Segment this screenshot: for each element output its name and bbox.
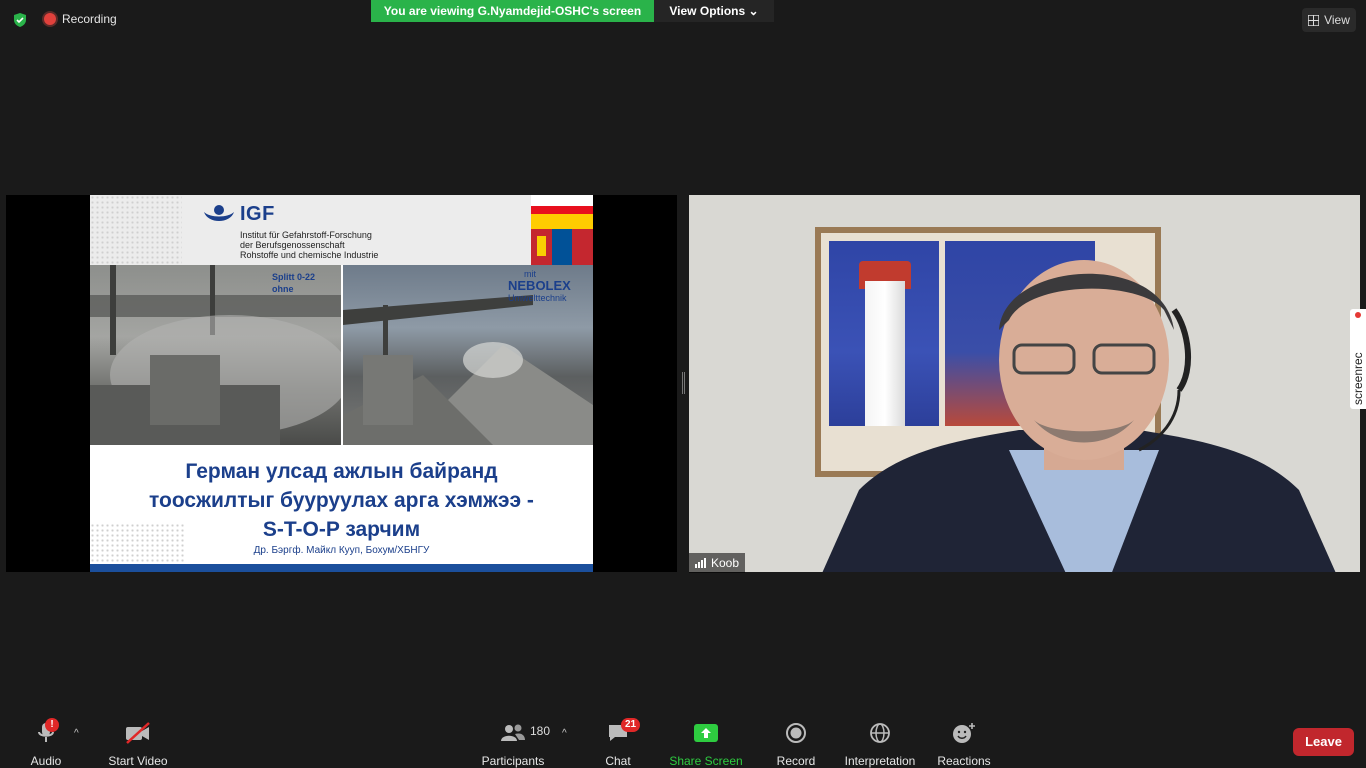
igf-logo-text: IGF: [240, 203, 275, 225]
share-screen-label: Share Screen: [669, 754, 743, 768]
recording-dot-icon: [44, 13, 56, 25]
nebolex-logo: mit NEBOLEX Umwelttechnik: [508, 269, 571, 304]
presentation-slide: IGF Institut für Gefahrstoff-Forschung d…: [90, 195, 593, 572]
emoji-icon: [953, 723, 975, 743]
dot-pattern: [90, 523, 186, 563]
meeting-toolbar: ! Audio ^ Start Video 180 Participants ^…: [0, 712, 1366, 768]
igf-logo: IGF: [202, 203, 275, 226]
view-options-label: View Options: [669, 4, 746, 18]
dot-pattern: [90, 195, 182, 265]
reactions-button[interactable]: Reactions: [936, 712, 992, 768]
recording-label: Recording: [62, 12, 117, 26]
participant-name-tag: Koob: [689, 553, 746, 573]
nebolex-sub: Umwelttechnik: [508, 293, 567, 303]
screenrec-dot-icon: [1355, 312, 1361, 318]
shared-screen-panel[interactable]: IGF Institut für Gefahrstoff-Forschung d…: [6, 195, 677, 572]
view-button[interactable]: View: [1302, 8, 1356, 32]
participants-icon: [501, 724, 525, 741]
reactions-label: Reactions: [937, 754, 991, 768]
chevron-down-icon: ⌄: [748, 4, 759, 18]
chat-label: Chat: [605, 754, 631, 768]
audio-label: Audio: [30, 754, 62, 768]
participant-person: [822, 260, 1336, 572]
chat-button[interactable]: 21 Chat: [604, 712, 641, 768]
signal-strength-icon: [695, 558, 706, 568]
splitt-line: Splitt 0-22: [272, 272, 316, 282]
viewing-banner: You are viewing G.Nyamdejid-OSHC's scree…: [371, 0, 654, 22]
slide-title-line: тоосжилтыг бууруулах арга хэмжээ -: [149, 489, 534, 512]
participants-count: 180: [530, 724, 551, 738]
participant-name: Koob: [711, 556, 740, 570]
share-screen-icon: [694, 724, 718, 742]
quarry-photos: Splitt 0-22 ohne mit NEBOLEX Umwelttechn…: [90, 265, 593, 445]
participants-button[interactable]: 180 Participants: [480, 712, 550, 768]
screenrec-label: screenrec: [1351, 352, 1365, 405]
panel-splitter-handle[interactable]: [682, 372, 685, 394]
grid-icon: [1308, 14, 1320, 26]
splitt-label: Splitt 0-22 ohne: [272, 271, 315, 295]
start-video-button[interactable]: Start Video: [106, 712, 170, 768]
slide-header: IGF Institut für Gefahrstoff-Forschung d…: [90, 195, 531, 265]
start-video-label: Start Video: [108, 754, 168, 768]
slide-title-line: Герман улсад ажлын байранд: [185, 460, 498, 483]
slide-author: Др. Бэргф. Майкл Кууп, Бохум/ХБНГУ: [253, 545, 430, 556]
security-shield-icon[interactable]: [12, 12, 28, 28]
record-label: Record: [776, 754, 816, 768]
view-options-button[interactable]: View Options ⌄: [654, 0, 774, 22]
globe-icon: [870, 723, 890, 743]
record-icon: [786, 723, 806, 743]
slide-footer-bar: [90, 564, 593, 572]
institute-line: Institut für Gefahrstoff-Forschung: [240, 230, 372, 240]
participants-options-caret-icon[interactable]: ^: [562, 728, 567, 739]
audio-warning-badge: !: [45, 718, 59, 732]
nebolex-brand: NEBOLEX: [508, 278, 571, 293]
share-screen-button[interactable]: Share Screen: [669, 712, 743, 768]
flags-image: [531, 206, 593, 265]
splitt-line: ohne: [272, 284, 294, 294]
igf-logo-icon: [204, 204, 234, 221]
institute-line: Rohstoffe und chemische Industrie: [240, 250, 379, 260]
leave-button[interactable]: Leave: [1293, 728, 1354, 756]
institute-line: der Berufsgenossenschaft: [240, 240, 345, 250]
chat-unread-badge: 21: [621, 718, 641, 732]
recording-indicator[interactable]: Recording: [44, 12, 117, 26]
audio-button[interactable]: ! Audio: [28, 712, 64, 768]
institute-name: Institut für Gefahrstoff-Forschung der B…: [240, 230, 378, 260]
participants-label: Participants: [481, 754, 545, 768]
participant-video[interactable]: [689, 195, 1360, 572]
view-label: View: [1324, 13, 1350, 27]
interpretation-button[interactable]: Interpretation: [842, 712, 918, 768]
screenrec-tab[interactable]: screenrec: [1350, 309, 1366, 409]
record-button[interactable]: Record: [776, 712, 816, 768]
audio-options-caret-icon[interactable]: ^: [74, 728, 79, 739]
video-off-icon: [126, 722, 150, 744]
interpretation-label: Interpretation: [844, 754, 916, 768]
